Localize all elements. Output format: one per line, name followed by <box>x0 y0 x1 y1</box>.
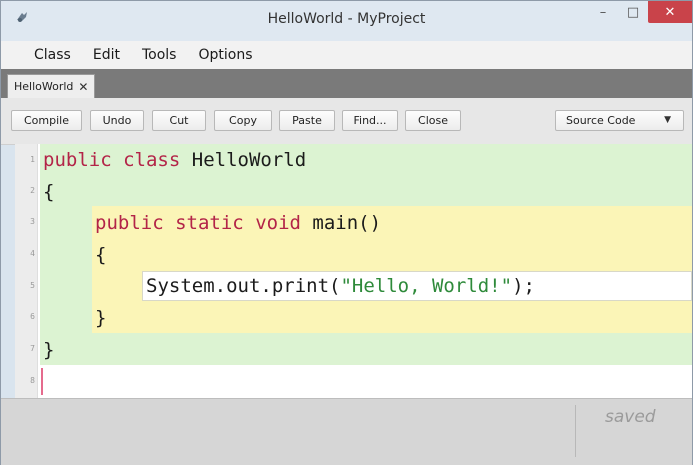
keyword-token: public <box>43 149 112 171</box>
menu-options[interactable]: Options <box>187 47 263 63</box>
line-number: 5 <box>30 281 35 290</box>
close-window-button[interactable]: ✕ <box>648 1 692 23</box>
title-bar[interactable]: HelloWorld - MyProject – □ ✕ <box>1 1 692 41</box>
copy-button[interactable]: Copy <box>214 110 272 131</box>
minimize-button[interactable]: – <box>588 1 618 23</box>
code-token: ); <box>512 275 535 297</box>
line-number: 4 <box>30 249 35 258</box>
menu-bar: Class Edit Tools Options <box>1 41 692 69</box>
paste-button[interactable]: Paste <box>279 110 335 131</box>
method-name-token: main() <box>312 212 382 234</box>
maximize-button[interactable]: □ <box>618 1 648 23</box>
line-number: 8 <box>30 376 35 385</box>
close-button[interactable]: Close <box>405 110 461 131</box>
compile-button[interactable]: Compile <box>11 110 82 131</box>
toolbar: Compile Undo Cut Copy Paste Find... Clos… <box>1 98 692 145</box>
class-name-token: HelloWorld <box>191 149 307 171</box>
keyword-token: class <box>123 149 181 171</box>
undo-button[interactable]: Undo <box>90 110 144 131</box>
app-window: HelloWorld - MyProject – □ ✕ Class Edit … <box>0 0 693 465</box>
tab-close-icon[interactable]: ✕ <box>78 80 88 94</box>
tab-helloworld[interactable]: HelloWorld ✕ <box>7 74 96 98</box>
tab-label: HelloWorld <box>14 80 74 93</box>
code-token: System.out.print( <box>146 275 341 297</box>
code-editor[interactable]: 1 2 3 4 5 6 7 8 public class HelloWorld … <box>15 144 692 398</box>
chevron-down-icon: ▼ <box>664 115 671 125</box>
line-number: 7 <box>30 344 35 353</box>
save-status: saved <box>605 407 656 427</box>
menu-tools[interactable]: Tools <box>131 47 188 63</box>
view-select-value: Source Code <box>566 114 636 127</box>
menu-class[interactable]: Class <box>23 47 82 63</box>
code-line-3: public static void main() <box>95 211 381 235</box>
maximize-icon: □ <box>626 4 640 20</box>
keyword-token: public <box>95 212 164 234</box>
menu-edit[interactable]: Edit <box>82 47 131 63</box>
line-number-gutter: 1 2 3 4 5 6 7 8 <box>15 144 38 398</box>
code-line-1: public class HelloWorld <box>43 148 306 172</box>
window-controls: – □ ✕ <box>588 1 692 25</box>
code-line-7: } <box>43 339 55 361</box>
code-line-4: { <box>95 244 107 266</box>
close-icon: ✕ <box>664 4 676 20</box>
line-number: 6 <box>30 312 35 321</box>
keyword-token: void <box>255 212 301 234</box>
cut-button[interactable]: Cut <box>152 110 206 131</box>
find-button[interactable]: Find... <box>342 110 398 131</box>
minimize-icon: – <box>599 4 607 20</box>
status-divider <box>575 405 576 457</box>
line-number: 2 <box>30 186 35 195</box>
view-select[interactable]: Source Code ▼ <box>555 110 684 131</box>
string-token: "Hello, World!" <box>340 275 513 297</box>
keyword-token: static <box>175 212 244 234</box>
code-line-6: } <box>95 307 107 329</box>
tab-bar: HelloWorld ✕ <box>1 69 692 98</box>
line-number: 1 <box>30 155 35 164</box>
code-line-5: System.out.print("Hello, World!"); <box>146 274 535 298</box>
line-number: 3 <box>30 217 35 226</box>
cursor-line-marker <box>41 368 43 395</box>
status-bar: saved <box>1 398 692 465</box>
code-line-2: { <box>43 181 55 203</box>
